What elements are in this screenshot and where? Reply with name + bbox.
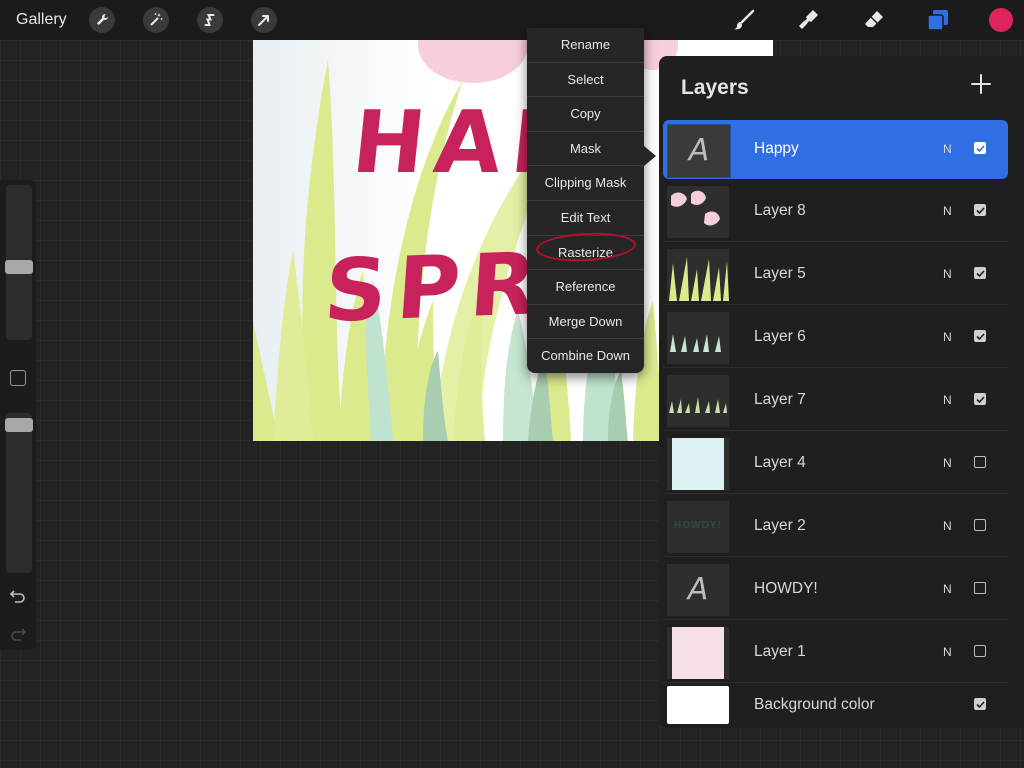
- blend-mode-button[interactable]: N: [943, 204, 952, 218]
- layer-thumbnail: [667, 186, 729, 238]
- layer-row-layer-2[interactable]: HOWDY! Layer 2 N: [663, 497, 1008, 557]
- layer-thumbnail: [667, 312, 729, 364]
- menu-item-edit-text[interactable]: Edit Text: [527, 201, 644, 236]
- transform-arrow-icon[interactable]: [251, 7, 277, 33]
- layer-name: Layer 4: [754, 454, 806, 471]
- blend-mode-button[interactable]: N: [943, 142, 952, 156]
- layer-name: HOWDY!: [754, 580, 818, 597]
- layer-name: Happy: [754, 140, 799, 157]
- blend-mode-button[interactable]: N: [943, 330, 952, 344]
- menu-item-clipping-mask[interactable]: Clipping Mask: [527, 166, 644, 201]
- smudge-icon[interactable]: [794, 6, 822, 34]
- layer-name: Layer 6: [754, 328, 806, 345]
- menu-item-select[interactable]: Select: [527, 63, 644, 98]
- layer-row-howdy[interactable]: A HOWDY! N: [663, 560, 1008, 620]
- visibility-checkbox[interactable]: [974, 645, 986, 657]
- blend-mode-button[interactable]: N: [943, 267, 952, 281]
- text-layer-glyph: A: [688, 133, 710, 168]
- layer-row-layer-6[interactable]: Layer 6 N: [663, 308, 1008, 368]
- layers-panel: Layers A Happy N Layer 8 N Layer 5 N Lay…: [659, 56, 1024, 728]
- tulip-petal: [418, 40, 528, 83]
- modify-button[interactable]: [10, 370, 26, 386]
- undo-icon[interactable]: [9, 588, 27, 609]
- layers-icon[interactable]: [924, 6, 952, 34]
- visibility-checkbox[interactable]: [974, 142, 986, 154]
- layer-thumbnail: [667, 249, 729, 301]
- layer-row-happy[interactable]: A Happy N: [663, 120, 1008, 179]
- magic-wand-icon[interactable]: [143, 7, 169, 33]
- layer-thumbnail: A: [667, 124, 731, 178]
- layer-name: Layer 2: [754, 517, 806, 534]
- blend-mode-button[interactable]: N: [943, 645, 952, 659]
- layer-row-layer-7[interactable]: Layer 7 N: [663, 371, 1008, 431]
- layer-thumbnail: [667, 627, 729, 679]
- layer-row-layer-1[interactable]: Layer 1 N: [663, 623, 1008, 683]
- layer-options-menu: Rename Select Copy Mask Clipping Mask Ed…: [527, 28, 644, 373]
- menu-pointer: [644, 146, 656, 166]
- opacity-handle[interactable]: [5, 418, 33, 432]
- visibility-checkbox[interactable]: [974, 330, 986, 342]
- blend-mode-button[interactable]: N: [943, 582, 952, 596]
- layer-name: Layer 7: [754, 391, 806, 408]
- blend-mode-button[interactable]: N: [943, 456, 952, 470]
- visibility-checkbox[interactable]: [974, 393, 986, 405]
- layers-title: Layers: [681, 76, 749, 99]
- layer-name: Layer 8: [754, 202, 806, 219]
- thumbnail-text: HOWDY!: [674, 520, 722, 531]
- layer-row-layer-4[interactable]: Layer 4 N: [663, 434, 1008, 494]
- menu-item-mask[interactable]: Mask: [527, 132, 644, 167]
- layer-name: Background color: [754, 696, 875, 713]
- layer-name: Layer 5: [754, 265, 806, 282]
- top-toolbar: Gallery: [0, 0, 1024, 40]
- menu-item-reference[interactable]: Reference: [527, 270, 644, 305]
- visibility-checkbox[interactable]: [974, 698, 986, 710]
- plus-icon[interactable]: [967, 70, 995, 98]
- canvas-text-line-2: SPR: [321, 234, 551, 342]
- visibility-checkbox[interactable]: [974, 267, 986, 279]
- layer-thumbnail: A: [667, 564, 729, 616]
- layer-thumbnail: [667, 686, 729, 724]
- menu-item-rename[interactable]: Rename: [527, 28, 644, 63]
- menu-item-combine-down[interactable]: Combine Down: [527, 339, 644, 373]
- visibility-checkbox[interactable]: [974, 204, 986, 216]
- blend-mode-button[interactable]: N: [943, 393, 952, 407]
- layer-thumbnail: [667, 375, 729, 427]
- layer-row-background-color[interactable]: Background color: [663, 686, 1008, 726]
- visibility-checkbox[interactable]: [974, 582, 986, 594]
- brush-size-handle[interactable]: [5, 260, 33, 274]
- eraser-icon[interactable]: [860, 6, 888, 34]
- brush-icon[interactable]: [730, 6, 758, 34]
- blend-mode-button[interactable]: N: [943, 519, 952, 533]
- layer-row-layer-5[interactable]: Layer 5 N: [663, 245, 1008, 305]
- visibility-checkbox[interactable]: [974, 519, 986, 531]
- redo-icon[interactable]: [9, 626, 27, 647]
- menu-item-merge-down[interactable]: Merge Down: [527, 305, 644, 340]
- layer-thumbnail: HOWDY!: [667, 501, 729, 553]
- layer-thumbnail: [667, 438, 729, 490]
- selection-s-icon[interactable]: [197, 7, 223, 33]
- color-picker-button[interactable]: [989, 8, 1013, 32]
- layer-row-layer-8[interactable]: Layer 8 N: [663, 182, 1008, 242]
- layer-name: Layer 1: [754, 643, 806, 660]
- menu-item-copy[interactable]: Copy: [527, 97, 644, 132]
- left-sidebar: [0, 180, 36, 650]
- visibility-checkbox[interactable]: [974, 456, 986, 468]
- opacity-slider[interactable]: [6, 413, 32, 573]
- text-layer-glyph: A: [687, 572, 709, 607]
- wrench-icon[interactable]: [89, 7, 115, 33]
- gallery-button[interactable]: Gallery: [16, 11, 67, 29]
